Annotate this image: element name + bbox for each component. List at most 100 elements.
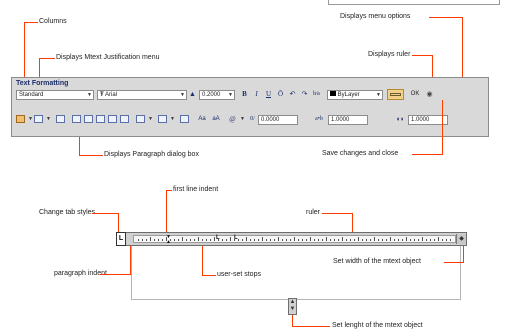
align-center-icon[interactable] <box>84 115 93 123</box>
ruler-tick <box>266 239 267 241</box>
align-right-icon[interactable] <box>96 115 105 123</box>
label-first-line-indent: first line indent <box>173 186 219 193</box>
ruler-tick <box>426 239 427 241</box>
annotative-icon[interactable]: ▲ <box>188 90 197 99</box>
symbol-button[interactable]: @ <box>228 115 237 124</box>
oblique-angle-input[interactable]: 0.0000 <box>258 115 298 125</box>
ruler-tick <box>186 239 187 241</box>
ruler-tick <box>254 239 255 241</box>
justification-icon[interactable] <box>34 115 43 123</box>
ruler-tick <box>378 239 379 241</box>
ruler-track[interactable]: ▼ ▲ L L <box>133 234 456 245</box>
ruler-tick <box>182 237 183 241</box>
ruler-tick <box>322 239 323 241</box>
length-handle-icon[interactable]: ▲ ▼ <box>288 298 297 315</box>
ruler-tick <box>410 239 411 241</box>
ruler-tick <box>422 237 423 241</box>
lowercase-button[interactable]: aA <box>210 115 222 124</box>
ruler-tick <box>142 239 143 241</box>
line-spacing-icon[interactable] <box>136 115 145 123</box>
ruler-tick <box>450 239 451 241</box>
ruler-tick <box>438 237 439 241</box>
tab-style-button[interactable]: L <box>116 232 126 246</box>
ruler-tick <box>262 237 263 241</box>
redo-icon[interactable]: ↷ <box>300 90 309 99</box>
justify-icon[interactable] <box>108 115 117 123</box>
ok-button[interactable]: OK <box>408 90 422 99</box>
stack-icon[interactable]: b⁄a <box>312 90 321 99</box>
label-paragraph: Displays Paragraph dialog box <box>104 151 199 158</box>
text-formatting-toolbar: Text Formatting Standard ▼ Ŧ Arial ▼ ▲ 0.2… <box>11 77 489 137</box>
bold-button[interactable]: B <box>240 90 249 99</box>
truetype-icon: Ŧ <box>100 92 104 98</box>
label-justification: Displays Mtext Justification menu <box>56 54 160 61</box>
overline-button[interactable]: Ō <box>276 90 285 99</box>
chevron-down-icon[interactable]: ▼ <box>146 115 155 124</box>
label-columns: Columns <box>39 18 67 25</box>
options-icon[interactable]: ◉ <box>425 90 434 99</box>
numbering-icon[interactable] <box>158 115 167 123</box>
ruler-tick <box>154 239 155 241</box>
ruler-tick <box>446 239 447 241</box>
ruler-tick <box>202 239 203 241</box>
oblique-angle-icon: 0/ <box>250 116 255 122</box>
columns-icon[interactable] <box>16 115 25 123</box>
distribute-icon[interactable] <box>120 115 129 123</box>
chevron-down-icon: ▼ <box>180 92 185 98</box>
ruler-tick <box>314 239 315 241</box>
mtext-ruler[interactable]: L ▼ ▲ L L ◆ <box>116 232 467 246</box>
align-left-icon[interactable] <box>72 115 81 123</box>
ruler-tick <box>298 239 299 241</box>
label-user-set-stops: user-set stops <box>217 271 261 278</box>
insert-field-icon[interactable] <box>180 115 189 123</box>
label-ruler: ruler <box>306 209 321 216</box>
ruler-tick <box>366 239 367 241</box>
ruler-tick <box>170 239 171 241</box>
font-select[interactable]: Ŧ Arial ▼ <box>97 90 187 100</box>
ruler-tick <box>226 239 227 241</box>
width-factor-icon: ◖◗ <box>395 115 405 123</box>
undo-icon[interactable]: ↶ <box>288 90 297 99</box>
text-height-select[interactable]: 0.2000 ▼ <box>199 90 235 100</box>
underline-button[interactable]: U <box>264 90 273 99</box>
tracking-input[interactable]: 1.0000 <box>328 115 368 125</box>
uppercase-button[interactable]: Aa <box>196 115 208 124</box>
ruler-tick <box>286 239 287 241</box>
ruler-tick <box>382 239 383 241</box>
ruler-tick <box>358 237 359 241</box>
label-save-close: Save changes and close <box>322 150 399 157</box>
ruler-tick <box>334 239 335 241</box>
ruler-tick <box>326 237 327 241</box>
ruler-tick <box>274 239 275 241</box>
ruler-tick <box>302 239 303 241</box>
ruler-tick <box>442 239 443 241</box>
ruler-tick <box>402 239 403 241</box>
ruler-tick <box>158 239 159 241</box>
ruler-tick <box>210 239 211 241</box>
ruler-tick <box>406 237 407 241</box>
ruler-tick <box>166 237 167 241</box>
color-select[interactable]: ByLayer ▼ <box>327 90 383 100</box>
ruler-tick <box>398 239 399 241</box>
paragraph-icon[interactable] <box>56 115 65 123</box>
ruler-tick <box>250 239 251 241</box>
label-paragraph-indent: paragraph indent <box>54 270 107 277</box>
ruler-tick <box>418 239 419 241</box>
mtext-object-area[interactable] <box>131 246 461 300</box>
ruler-tick <box>338 239 339 241</box>
style-select[interactable]: Standard ▼ <box>16 90 94 100</box>
italic-button[interactable]: I <box>252 90 261 99</box>
label-menu-options: Displays menu options <box>340 13 411 20</box>
width-handle-icon[interactable]: ◆ <box>456 234 466 244</box>
chevron-down-icon[interactable]: ▼ <box>168 115 177 124</box>
ruler-tick <box>306 239 307 241</box>
chevron-down-icon[interactable]: ▼ <box>44 115 53 124</box>
ruler-tick <box>290 239 291 241</box>
ruler-tick <box>346 239 347 241</box>
ruler-tick <box>194 239 195 241</box>
ruler-tick <box>282 239 283 241</box>
toolbar-title: Text Formatting <box>16 80 69 87</box>
ruler-tick <box>414 239 415 241</box>
ruler-toggle-button[interactable] <box>387 89 404 100</box>
chevron-down-icon[interactable]: ▼ <box>238 115 247 124</box>
